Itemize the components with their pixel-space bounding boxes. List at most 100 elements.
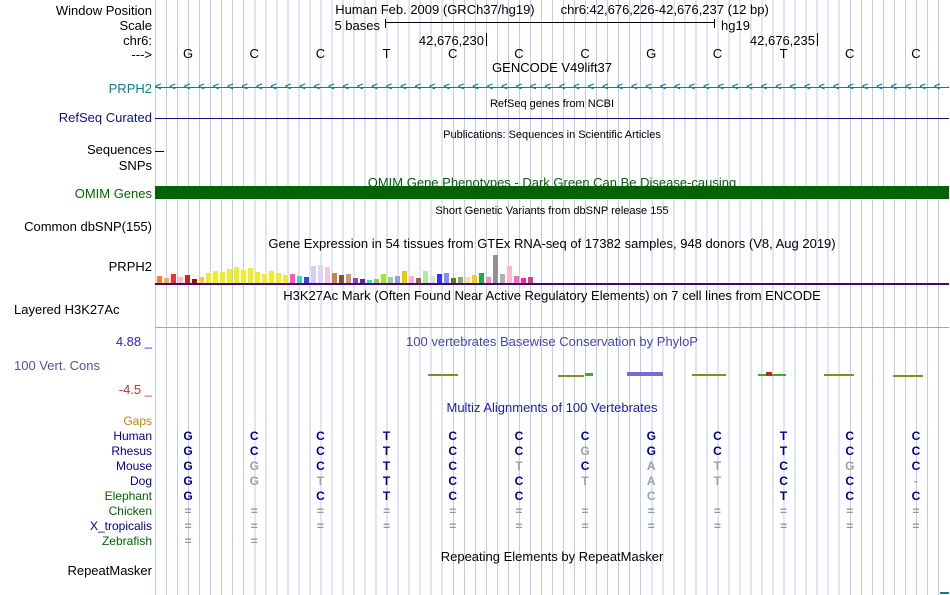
align-cell: = [581,519,589,533]
gtex-bar [185,275,190,283]
phylop-max-label: 4.88 _ [115,334,152,349]
align-cell: G [183,474,193,488]
align-cell: C [911,429,921,443]
scale-label: Scale [119,18,152,33]
gtex-bar [199,277,204,283]
align-cell: C [448,429,458,443]
align-cell: G [183,444,193,458]
align-cell: C [779,459,788,473]
gencode-track-title[interactable]: GENCODE V49lift37 [155,60,949,75]
align-cell: = [250,534,258,548]
sequences-label[interactable]: Sequences [0,142,152,157]
align-cell: = [184,504,192,518]
align-label-human[interactable]: Human [0,429,152,443]
align-cell: C [845,429,855,443]
refseq-track-title[interactable]: RefSeq genes from NCBI [155,98,949,110]
align-label-rhesus[interactable]: Rhesus [0,444,152,458]
sequence-base-1: G [183,46,194,61]
refseq-curated-label[interactable]: RefSeq Curated [0,110,152,125]
gtex-bar [423,271,428,283]
sequence-base-9: C [712,46,723,61]
align-cell: = [846,519,854,533]
align-cell: C [316,429,325,443]
align-cell: = [515,519,523,533]
gtex-bar [374,279,379,283]
gtex-bar [360,279,365,283]
snps-label[interactable]: SNPs [0,158,152,173]
align-cell: G [646,429,656,443]
gtex-track-title[interactable]: Gene Expression in 54 tissues from GTEx … [155,236,949,251]
align-label-x_tropicalis[interactable]: X_tropicalis [0,519,152,533]
align-cell: T [515,459,523,473]
phylop-track-label[interactable]: 100 Vert. Cons [14,358,100,373]
dbsnp-track-title[interactable]: Short Genetic Variants from dbSNP releas… [155,205,949,217]
gtex-bar [465,277,470,283]
gtex-bar [318,265,323,283]
align-label-elephant[interactable]: Elephant [0,489,152,503]
position-range: chr6:42,676,226-42,676,237 (12 bp) [560,2,769,17]
dbsnp-label[interactable]: Common dbSNP(155) [0,219,152,234]
gtex-bar [276,273,281,283]
align-label-dog[interactable]: Dog [0,474,152,488]
align-label-chicken[interactable]: Chicken [0,504,152,518]
align-cell: C [911,444,921,458]
align-label-zebrafish[interactable]: Zebrafish [0,534,152,548]
align-cell: = [316,504,324,518]
gtex-bar [402,271,407,283]
gtex-bar [451,278,456,283]
phylop-track-title[interactable]: 100 vertebrates Basewise Conservation by… [155,334,949,349]
align-cell: = [383,504,391,518]
gencode-gene-label[interactable]: PRPH2 [0,81,152,96]
align-cell: C [514,444,524,458]
gtex-gene-label[interactable]: PRPH2 [0,259,152,274]
omim-gene-bar[interactable] [155,186,949,199]
align-cell: = [184,534,192,548]
sequence-base-4: T [382,46,391,61]
gtex-bar [500,274,505,283]
align-cell: G [183,429,193,443]
align-label-mouse[interactable]: Mouse [0,459,152,473]
align-cell: C [514,429,524,443]
coord-right-tick [817,33,818,46]
h3k27ac-label[interactable]: Layered H3K27Ac [14,302,120,317]
gtex-bar [297,276,302,283]
h3k27ac-track-title[interactable]: H3K27Ac Mark (Often Found Near Active Re… [155,288,949,303]
align-cell: G [183,489,193,503]
align-label-gaps[interactable]: Gaps [0,414,152,428]
repeatmasker-track-title[interactable]: Repeating Elements by RepeatMasker [155,549,949,564]
sequence-base-8: G [646,46,657,61]
multiz-track-title[interactable]: Multiz Alignments of 100 Vertebrates [155,400,949,415]
align-cell: T [382,489,391,503]
align-cell: = [647,504,655,518]
gtex-bar [213,271,218,283]
gtex-bar [458,277,463,283]
gencode-strand-arrows[interactable]: <<<<<<<<<<<<<<<<<<<<<<<<<<<<<<<<<<<<<<<<… [155,81,949,94]
align-cell: = [449,519,457,533]
align-cell: A [646,474,656,488]
align-cell: = [647,519,655,533]
gtex-bar [430,276,435,283]
omim-genes-label[interactable]: OMIM Genes [0,186,152,201]
align-cell: T [382,474,391,488]
gtex-bar [472,275,477,283]
gtex-bar [325,267,330,283]
align-cell: C [845,444,855,458]
align-cell: = [316,519,324,533]
align-cell: T [581,474,589,488]
repeatmasker-label[interactable]: RepeatMasker [0,563,152,578]
publications-track-title[interactable]: Publications: Sequences in Scientific Ar… [155,129,949,141]
align-cell: = [250,504,258,518]
gtex-bar [269,271,274,283]
align-cell: T [779,489,788,503]
phylop-mark [824,374,854,376]
align-cell: C [249,444,259,458]
scale-value: 5 bases [334,18,380,33]
gtex-bar [262,274,267,283]
sequences-item [155,151,164,152]
gtex-bar [437,274,442,283]
refseq-gene-line[interactable] [155,118,949,119]
phylop-mark [766,372,772,376]
gtex-bar [479,273,484,283]
align-cell: C [514,474,524,488]
h3k27ac-baseline [155,327,949,328]
